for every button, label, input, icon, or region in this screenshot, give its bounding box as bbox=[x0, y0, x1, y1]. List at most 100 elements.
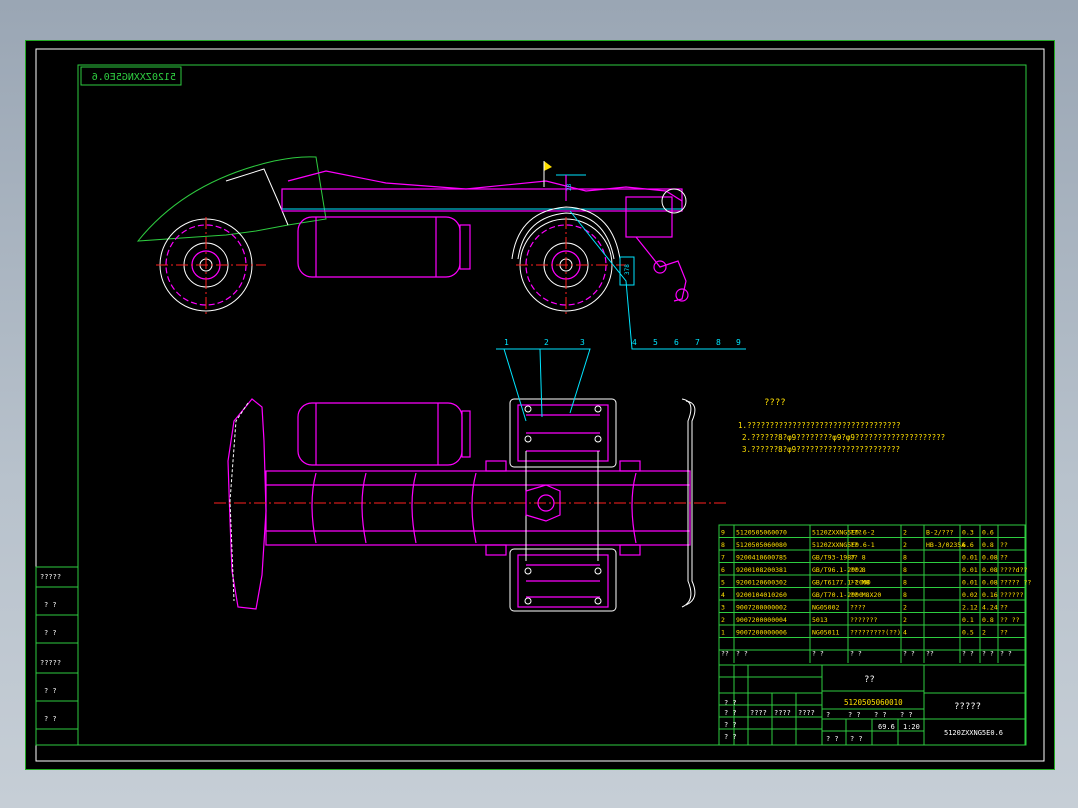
side-labels: ????? ? ? ? ? ????? ? ? ? ? bbox=[35, 566, 79, 746]
bom-cell-note: ?? ?? bbox=[1000, 616, 1020, 624]
balloons-upper: 4 5 6 7 8 9 bbox=[632, 338, 741, 347]
bom-cell-name: NG05002 bbox=[812, 604, 839, 612]
bom-cell-desc: ???? bbox=[850, 604, 866, 612]
technical-notes: ???? 1.?????????????????????????????????… bbox=[738, 398, 945, 454]
bom-cell-no: 9 bbox=[721, 529, 725, 537]
bom-cell-code: 5120505060070 bbox=[736, 529, 787, 537]
side-view: 28 378 bbox=[136, 156, 746, 350]
bom-cell-qty: 2 bbox=[903, 616, 907, 624]
bom-cell-name: 5013 bbox=[812, 616, 828, 624]
bom-cell-w1: 0.1 bbox=[962, 616, 974, 624]
bom-cell-no: 3 bbox=[721, 604, 725, 612]
drawing-sheet: 5120ZXXNG5E0.6 28 378 4 5 6 7 8 9 1 2 3 … bbox=[25, 40, 1055, 770]
stage-label-3: ? ? bbox=[874, 711, 887, 719]
bom-header-7: ? ? bbox=[982, 650, 994, 658]
company-name: ?? bbox=[864, 675, 875, 685]
bom-cell-code: 5120505060080 bbox=[736, 541, 787, 549]
balloon-5: 5 bbox=[653, 338, 658, 347]
mirrored-code-text: 5120ZXXNG5E0.6 bbox=[92, 72, 176, 83]
notes-line-2: 2.??????8?φ9????????φ9?φ9???????????????… bbox=[742, 433, 945, 442]
bom-cell-qty: 2 bbox=[903, 604, 907, 612]
bom-cell-desc: ?????????(??) bbox=[850, 629, 901, 637]
bom-cell-w2: 0.6 bbox=[982, 529, 994, 537]
bom-cell-w1: 0.01 bbox=[962, 566, 978, 574]
bom-cell-qty: 8 bbox=[903, 591, 907, 599]
bom-cell-no: 1 bbox=[721, 629, 725, 637]
cad-drawing: 5120ZXXNG5E0.6 28 378 4 5 6 7 8 9 1 2 3 … bbox=[35, 48, 1045, 762]
bom-cell-no: 6 bbox=[721, 566, 725, 574]
drawing-name: ????? bbox=[954, 702, 981, 712]
side-label-6: ? ? bbox=[44, 715, 57, 723]
bom-cell-no: 7 bbox=[721, 554, 725, 562]
bom-cell-desc: ?? M8X20 bbox=[850, 591, 881, 599]
bom-cell-w1: 0.01 bbox=[962, 579, 978, 587]
bom-cell-no: 4 bbox=[721, 591, 725, 599]
dim-small: 28 bbox=[566, 183, 573, 191]
bom-header-3: ? ? bbox=[850, 650, 862, 658]
leader-line-upper bbox=[569, 210, 746, 350]
bom-cell-w1: 0.3 bbox=[962, 529, 974, 537]
bom-cell-name: NG05011 bbox=[812, 629, 839, 637]
bom-table: 9 5120505060070 5120ZXXNG5E0.6-2??? 2 B-2/??… bbox=[718, 524, 1031, 666]
bom-cell-name: 5120ZXXNG5E0.6-1 bbox=[812, 541, 875, 549]
part-code: 5120505060010 bbox=[844, 698, 903, 707]
flag-marker bbox=[544, 161, 552, 171]
bom-header-2: ? ? bbox=[812, 650, 824, 658]
balloon-8: 8 bbox=[716, 338, 721, 347]
bom-cell-name: GB/T93-1987 bbox=[812, 554, 855, 562]
balloon-3: 3 bbox=[580, 338, 585, 347]
bom-cell-no: 5 bbox=[721, 579, 725, 587]
bom-cell-w2: 0.8 bbox=[982, 541, 994, 549]
bom-cell-qty: 2 bbox=[903, 529, 907, 537]
scale-value: 1:20 bbox=[903, 723, 920, 731]
bom-cell-w2: 4.24 bbox=[982, 604, 998, 612]
title-col2-3: ???? bbox=[798, 709, 815, 717]
bom-cell-w2: 0.08 bbox=[982, 566, 998, 574]
bom-cell-desc: ?? bbox=[850, 541, 858, 549]
title-left-2: ? ? bbox=[724, 721, 737, 729]
bom-cell-code: 9200108200381 bbox=[736, 566, 787, 574]
notes-line-1: 1.?????????????????????????????????? bbox=[738, 421, 901, 430]
bom-cell-qty: 4 bbox=[903, 629, 907, 637]
bom-cell-code: 9007200000006 bbox=[736, 629, 787, 637]
mirrored-code-box: 5120ZXXNG5E0.6 bbox=[80, 66, 182, 86]
side-label-4: ????? bbox=[40, 659, 61, 667]
bom-cell-note: ?????? bbox=[1000, 591, 1024, 599]
side-label-3: ? ? bbox=[44, 629, 57, 637]
bom-cell-mat: HB-3/0235A bbox=[926, 541, 965, 549]
rear-hitch-device bbox=[625, 188, 689, 302]
bom-cell-desc: ??????? bbox=[850, 616, 877, 624]
bom-cell-code: 9200104010260 bbox=[736, 591, 787, 599]
leader-1 bbox=[496, 348, 527, 422]
bom-cell-mat: B-2/??? bbox=[926, 529, 953, 537]
leader-3 bbox=[568, 348, 591, 414]
bom-cell-code: 9200410600785 bbox=[736, 554, 787, 562]
title-left-0: ? ? bbox=[724, 699, 737, 707]
bom-cell-note: ?? bbox=[1000, 604, 1008, 612]
title-col2-1: ???? bbox=[750, 709, 767, 717]
bom-cell-name: 5120ZXXNG5E0.6-2 bbox=[812, 529, 875, 537]
title-left-3: ? ? bbox=[724, 733, 737, 741]
balloons-lower: 1 2 3 bbox=[504, 338, 585, 347]
bom-header-4: ? ? bbox=[903, 650, 915, 658]
bom-cell-code: 9007200000004 bbox=[736, 616, 787, 624]
bom-cell-w2: 0.8 bbox=[982, 616, 994, 624]
bom-cell-no: 2 bbox=[721, 616, 725, 624]
stage-label-1: ? bbox=[826, 711, 830, 719]
drawing-code: 5120ZXXNG5E0.6 bbox=[944, 729, 1003, 737]
balloon-9: 9 bbox=[736, 338, 741, 347]
bom-cell-desc: ?? M8 bbox=[850, 579, 870, 587]
stage-label-4: ? ? bbox=[900, 711, 913, 719]
balloon-6: 6 bbox=[674, 338, 679, 347]
bom-cell-w2: 0.08 bbox=[982, 554, 998, 562]
balloon-1: 1 bbox=[504, 338, 509, 347]
bom-cell-no: 8 bbox=[721, 541, 725, 549]
bom-cell-code: 9200120600302 bbox=[736, 579, 787, 587]
top-view bbox=[214, 348, 726, 612]
bom-cell-qty: 8 bbox=[903, 554, 907, 562]
notes-line-3: 3.??????8?φ9??????????????????????? bbox=[742, 445, 900, 454]
side-label-1: ????? bbox=[40, 573, 61, 581]
bom-cell-note: ?? bbox=[1000, 541, 1008, 549]
balloon-2: 2 bbox=[544, 338, 549, 347]
side-label-5: ? ? bbox=[44, 687, 57, 695]
